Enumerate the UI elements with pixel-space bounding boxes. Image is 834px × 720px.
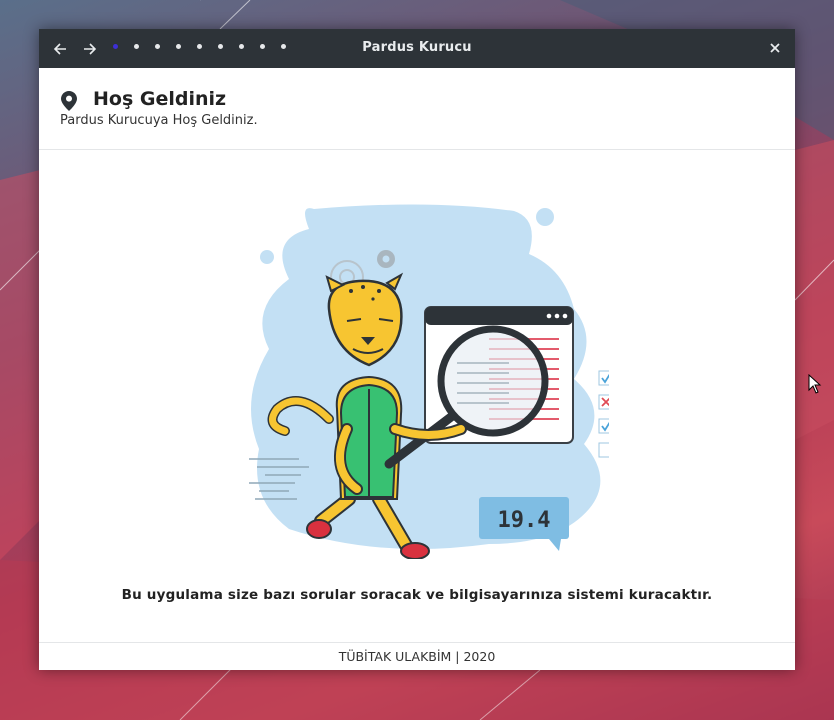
welcome-illustration: 19.4	[249, 204, 609, 559]
map-marker-icon	[61, 91, 77, 111]
page-title: Hoş Geldiniz	[93, 88, 227, 110]
close-button[interactable]	[767, 40, 783, 56]
page-header: Hoş Geldiniz Pardus Kurucuya Hoş Geldini…	[39, 68, 795, 150]
close-icon	[770, 43, 780, 53]
title-bar: Pardus Kurucu	[39, 29, 795, 68]
window-title: Pardus Kurucu	[362, 40, 472, 55]
version-badge-text: 19.4	[498, 508, 551, 533]
page-subtitle: Pardus Kurucuya Hoş Geldiniz.	[60, 113, 258, 128]
welcome-description: Bu uygulama size bazı sorular soracak ve…	[121, 587, 713, 603]
installer-window: Pardus Kurucu Hoş Geldiniz Pardus Kurucu…	[39, 29, 795, 670]
footer-credit: TÜBİTAK ULAKBİM | 2020	[338, 649, 496, 664]
mouse-pointer-icon	[808, 374, 822, 394]
footer: TÜBİTAK ULAKBİM | 2020	[39, 642, 795, 670]
